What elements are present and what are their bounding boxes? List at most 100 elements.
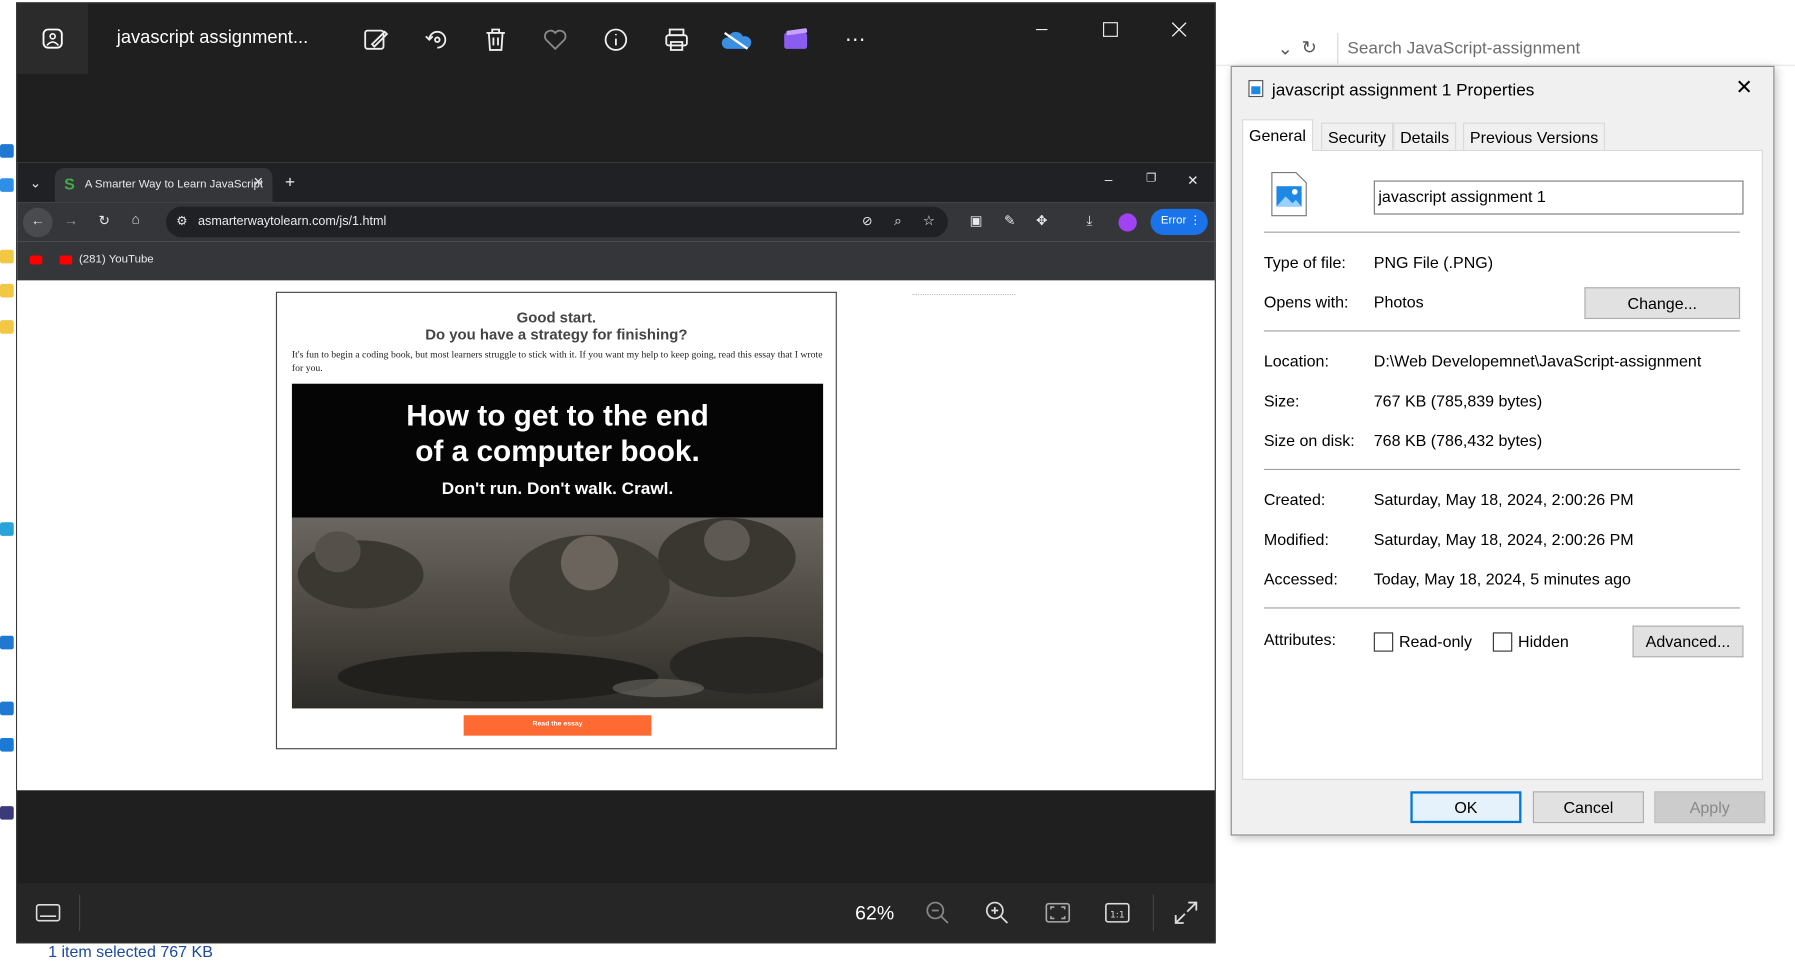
delete-icon[interactable] bbox=[480, 24, 512, 56]
zoom-level: 62% bbox=[855, 902, 895, 925]
tab-general[interactable]: General bbox=[1242, 119, 1313, 151]
dialog-title: javascript assignment 1 Properties bbox=[1271, 80, 1535, 100]
heart-icon[interactable] bbox=[539, 24, 571, 56]
clipchamp-icon[interactable] bbox=[780, 24, 812, 56]
mud-crawl-photo bbox=[291, 517, 824, 709]
more-options-icon[interactable]: ⋯ bbox=[840, 24, 872, 56]
browser-tab[interactable]: S A Smarter Way to Learn JavaScript bbox=[54, 168, 273, 203]
zoom-in-icon[interactable] bbox=[982, 898, 1012, 928]
page-card: Good start. Do you have a strategy for f… bbox=[275, 291, 837, 750]
music-icon[interactable] bbox=[0, 737, 14, 752]
photos-title: javascript assignment... bbox=[116, 28, 309, 48]
opens-with-label: Opens with: bbox=[1263, 292, 1349, 312]
location-value: D:\Web Developemnet\JavaScript-assignmen… bbox=[1373, 351, 1702, 371]
extensions-puzzle-icon[interactable]: ✥ bbox=[1036, 212, 1048, 228]
zoom-out-icon[interactable] bbox=[923, 898, 953, 928]
ok-button[interactable]: OK bbox=[1410, 791, 1522, 824]
error-button[interactable]: Error ⋮ bbox=[1150, 208, 1208, 236]
rotate-icon[interactable] bbox=[420, 24, 452, 56]
attributes-label: Attributes: bbox=[1263, 630, 1337, 649]
url-text: asmarterwaytolearn.com/js/1.html bbox=[198, 214, 387, 229]
size-label: Size: bbox=[1263, 391, 1300, 410]
browser-restore-icon[interactable]: ❐ bbox=[1146, 173, 1156, 185]
camera-off-icon[interactable]: ⊘ bbox=[862, 213, 873, 229]
cancel-button[interactable]: Cancel bbox=[1532, 791, 1644, 824]
fit-to-window-icon[interactable] bbox=[1043, 898, 1073, 928]
tab-previous-versions[interactable]: Previous Versions bbox=[1463, 122, 1606, 150]
home-icon[interactable]: ⌂ bbox=[132, 211, 140, 227]
actual-size-icon[interactable]: 1:1 bbox=[1102, 898, 1132, 928]
type-value: PNG File (.PNG) bbox=[1373, 253, 1494, 272]
browser-minimize-icon[interactable]: – bbox=[1105, 171, 1113, 187]
browser-toolbar: ← → ↻ ⌂ ⚙ asmarterwaytolearn.com/js/1.ht… bbox=[17, 202, 1215, 242]
download-icon[interactable] bbox=[0, 178, 14, 192]
displayed-image: ⌄ S A Smarter Way to Learn JavaScript ✕ … bbox=[17, 162, 1215, 791]
folder-icon[interactable] bbox=[0, 144, 14, 158]
youtube-icon[interactable] bbox=[29, 255, 43, 265]
tab-security[interactable]: Security bbox=[1321, 122, 1393, 150]
hidden-checkbox[interactable] bbox=[1492, 632, 1513, 652]
download-icon[interactable] bbox=[0, 701, 14, 716]
eyedropper-icon[interactable]: ✎ bbox=[1004, 212, 1016, 228]
edit-image-icon[interactable] bbox=[359, 24, 391, 56]
folder-icon[interactable] bbox=[0, 635, 14, 650]
bookmark-youtube[interactable]: (281) YouTube bbox=[79, 253, 154, 265]
advanced-button[interactable]: Advanced... bbox=[1632, 625, 1744, 658]
properties-dialog: javascript assignment 1 Properties ✕ Gen… bbox=[1230, 65, 1775, 836]
tab-title: A Smarter Way to Learn JavaScript bbox=[84, 178, 264, 191]
tab-search-icon[interactable]: ⌄ bbox=[30, 175, 42, 191]
back-icon[interactable]: ← bbox=[31, 212, 45, 228]
dialog-close-icon[interactable]: ✕ bbox=[1736, 76, 1753, 100]
created-label: Created: bbox=[1263, 490, 1326, 509]
forward-icon[interactable]: → bbox=[64, 212, 78, 228]
explorer-search-input[interactable]: Search JavaScript-assignment bbox=[1337, 32, 1795, 64]
print-icon[interactable] bbox=[661, 24, 693, 56]
page-paragraph: It's fun to begin a coding book, but mos… bbox=[291, 348, 823, 374]
refresh-icon[interactable]: ↻ bbox=[1302, 36, 1317, 59]
change-button[interactable]: Change... bbox=[1584, 287, 1741, 320]
close-icon[interactable] bbox=[1153, 12, 1206, 46]
accessed-value: Today, May 18, 2024, 5 minutes ago bbox=[1373, 569, 1631, 589]
chevron-down-icon[interactable]: ⌄ bbox=[1278, 37, 1293, 60]
accessed-label: Accessed: bbox=[1263, 569, 1338, 589]
browser-tab-strip: ⌄ S A Smarter Way to Learn JavaScript ✕ … bbox=[17, 162, 1215, 203]
folder-icon[interactable] bbox=[0, 249, 14, 264]
apply-button[interactable]: Apply bbox=[1654, 791, 1766, 824]
photos-window: javascript assignment... ⋯ ⌄ S A Smarter… bbox=[16, 2, 1216, 944]
explorer-status-bar: 1 item selected 767 KB bbox=[0, 942, 1216, 965]
readonly-checkbox[interactable] bbox=[1373, 632, 1394, 652]
extension-icon[interactable]: ▣ bbox=[970, 212, 983, 228]
reload-icon[interactable]: ↻ bbox=[98, 212, 110, 228]
type-label: Type of file: bbox=[1263, 253, 1346, 272]
onedrive-icon[interactable] bbox=[720, 24, 752, 56]
profile-avatar[interactable] bbox=[1118, 213, 1137, 232]
tab-close-icon[interactable]: ✕ bbox=[253, 175, 264, 190]
photos-app-icon bbox=[17, 3, 89, 74]
read-essay-button[interactable]: Read the essay bbox=[463, 715, 652, 736]
opens-with-value: Photos bbox=[1373, 292, 1424, 312]
png-file-icon bbox=[1248, 79, 1264, 101]
tab-details[interactable]: Details bbox=[1393, 122, 1456, 150]
pictures-icon[interactable] bbox=[0, 522, 14, 536]
minimize-icon[interactable] bbox=[1015, 12, 1068, 46]
download-icon[interactable]: ⤓ bbox=[1086, 212, 1092, 229]
filename-input[interactable]: javascript assignment 1 bbox=[1373, 180, 1744, 215]
photos-titlebar: javascript assignment... ⋯ bbox=[17, 3, 1214, 76]
zoom-icon[interactable]: ⌕ bbox=[894, 212, 902, 229]
address-bar[interactable]: ⚙ asmarterwaytolearn.com/js/1.html ⊘ ⌕ ☆ bbox=[165, 206, 948, 238]
youtube-icon bbox=[59, 255, 73, 265]
site-info-icon[interactable]: ⚙ bbox=[176, 213, 187, 229]
web-page: Good start. Do you have a strategy for f… bbox=[17, 280, 1215, 791]
info-icon[interactable] bbox=[600, 24, 632, 56]
full-screen-icon[interactable] bbox=[1171, 898, 1201, 928]
photos-bottom-bar: 62% 1:1 bbox=[17, 883, 1215, 943]
bookmark-star-icon[interactable]: ☆ bbox=[923, 212, 935, 228]
browser-close-icon[interactable]: ✕ bbox=[1187, 173, 1199, 189]
new-tab-icon[interactable]: + bbox=[285, 173, 295, 192]
maximize-icon[interactable] bbox=[1084, 12, 1137, 46]
folder-icon[interactable] bbox=[0, 283, 14, 298]
folder-icon[interactable] bbox=[0, 320, 14, 334]
desktop-screen: ⌄ ↻ Search JavaScript-assignment 1 item … bbox=[0, 0, 1795, 965]
filmstrip-icon[interactable] bbox=[33, 898, 63, 928]
video-icon[interactable] bbox=[0, 806, 14, 820]
